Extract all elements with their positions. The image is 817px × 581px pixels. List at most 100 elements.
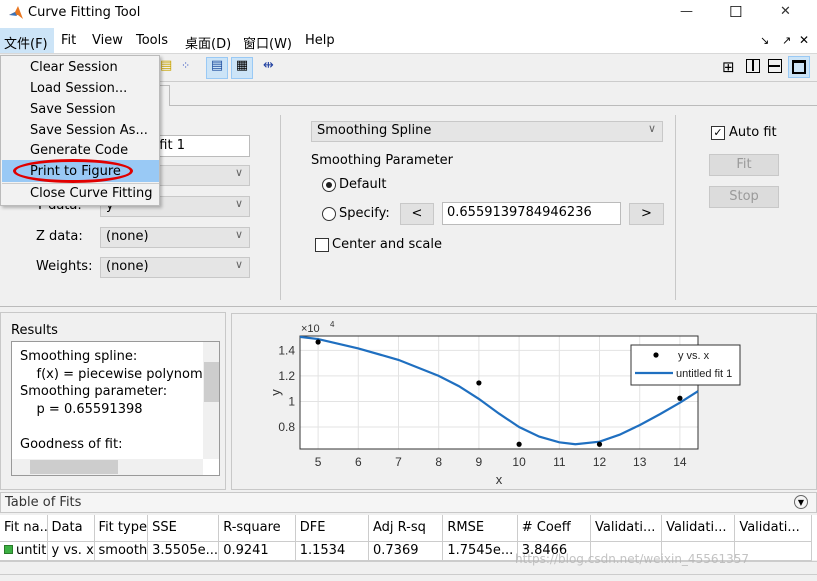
table-cell: 1.1534 <box>295 541 370 560</box>
increase-button[interactable]: > <box>629 203 664 225</box>
results-panel: Results Smoothing spline: f(x) = piecewi… <box>0 312 226 490</box>
menu-bar: 文件(F) Fit View Tools 桌面(D) 窗口(W) Help ↘ … <box>0 28 817 54</box>
results-line: f(x) = piecewise polynom <box>20 366 203 382</box>
close-doc-icon[interactable]: ✕ <box>799 33 809 47</box>
fit-type-value: Smoothing Spline <box>317 123 432 138</box>
data-point <box>476 380 482 386</box>
minimize-button[interactable]: — <box>680 4 693 19</box>
column-header[interactable]: SSE <box>147 515 220 541</box>
results-title: Results <box>11 323 58 338</box>
weights-value: (none) <box>106 259 149 274</box>
column-header[interactable]: # Coeff <box>517 515 591 541</box>
dock-icon[interactable]: ↘ <box>760 34 769 47</box>
red-annotation-ellipse <box>13 159 133 183</box>
table-title: Table of Fits <box>5 495 82 510</box>
column-header[interactable]: Validati... <box>661 515 736 541</box>
decrease-button[interactable]: < <box>400 203 434 225</box>
title-bar: Curve Fitting Tool — ☐ ✕ <box>0 0 817 28</box>
legend-marker-points <box>653 352 659 358</box>
x-tick-label: 10 <box>512 455 526 469</box>
results-line: Smoothing parameter: <box>20 384 168 399</box>
legend-label: untitled fit 1 <box>676 368 732 380</box>
maximize-button[interactable]: ☐ <box>729 3 742 21</box>
y-tick-label: 1.4 <box>278 343 295 357</box>
column-header[interactable]: DFE <box>295 515 370 541</box>
results-line: p = 0.65591398 <box>20 401 143 417</box>
x-tick-label: 7 <box>395 455 402 469</box>
cell-text: 3.5505e... <box>152 543 218 558</box>
plot-panel: 5 6 7 8 9 10 11 12 13 14 0.8 1 1.2 1.4 ×10 4 x y y vs. x un… <box>231 313 817 490</box>
menu-tools[interactable]: Tools <box>136 33 168 48</box>
window-title: Curve Fitting Tool <box>28 5 141 20</box>
menu-help[interactable]: Help <box>305 33 335 48</box>
stop-button[interactable]: Stop <box>709 186 779 208</box>
vertical-scrollbar[interactable] <box>203 342 219 459</box>
menu-save-session[interactable]: Save Session <box>30 102 116 117</box>
menu-window[interactable]: 窗口(W) <box>243 33 292 52</box>
specify-radio[interactable] <box>322 207 336 221</box>
column-header[interactable]: RMSE <box>442 515 518 541</box>
chevron-down-icon: ∨ <box>234 228 243 241</box>
menu-separator <box>2 183 159 184</box>
layout-grid-icon[interactable]: ⊞ <box>722 58 735 76</box>
scroll-thumb[interactable] <box>30 460 118 474</box>
default-label: Default <box>339 177 387 192</box>
cell-text: 0.7369 <box>373 543 419 558</box>
column-header[interactable]: Adj R-sq <box>368 515 444 541</box>
layout-rows-icon[interactable] <box>768 59 782 73</box>
x-tick-label: 12 <box>593 455 607 469</box>
menu-file[interactable]: 文件(F) <box>0 28 54 53</box>
center-scale-checkbox[interactable] <box>315 238 329 252</box>
y-tick-label: 1.2 <box>278 369 295 383</box>
layout-single-icon[interactable] <box>788 56 810 78</box>
grid-icon[interactable]: ▦ <box>231 57 253 79</box>
table-cell: 0.7369 <box>368 541 444 560</box>
column-header[interactable]: R-square <box>218 515 296 541</box>
fit-type-dropdown[interactable]: Smoothing Spline ∨ <box>311 121 663 142</box>
x-tick-label: 14 <box>673 455 687 469</box>
axes-limits-icon[interactable]: ⇹ <box>263 58 274 73</box>
menu-save-session-as[interactable]: Save Session As... <box>30 123 148 138</box>
menu-desktop[interactable]: 桌面(D) <box>185 33 231 52</box>
column-header[interactable]: Fit na... ▲ <box>0 515 48 541</box>
weights-dropdown[interactable]: (none) ∨ <box>100 257 250 278</box>
smoothing-param-input[interactable]: 0.6559139784946236 <box>442 202 621 225</box>
menu-close-curve-fitting[interactable]: Close Curve Fitting <box>30 186 152 201</box>
default-radio[interactable] <box>322 178 336 192</box>
cell-text: 0.9241 <box>223 543 269 558</box>
column-header[interactable]: Validati... <box>590 515 663 541</box>
column-header[interactable]: Validati... <box>734 515 812 541</box>
table-cell: 0.9241 <box>218 541 296 560</box>
x-tick-label: 6 <box>355 455 362 469</box>
scroll-thumb[interactable] <box>204 362 219 402</box>
z-data-dropdown[interactable]: (none) ∨ <box>100 227 250 248</box>
column-header[interactable]: Fit type <box>94 515 149 541</box>
horizontal-scrollbar[interactable] <box>12 459 203 475</box>
smoothing-parameter-heading: Smoothing Parameter <box>311 153 454 168</box>
collapse-icon[interactable]: ▼ <box>794 495 808 509</box>
results-line: Smoothing spline: <box>20 349 138 364</box>
auto-fit-checkbox[interactable]: ✓ <box>711 126 725 140</box>
table-cell: y vs. x <box>47 541 95 560</box>
layout-columns-icon[interactable] <box>746 59 760 73</box>
residuals-icon[interactable]: ⁘ <box>181 59 190 72</box>
menu-load-session[interactable]: Load Session... <box>30 81 127 96</box>
menu-view[interactable]: View <box>92 33 123 48</box>
column-header[interactable]: Data <box>47 515 95 541</box>
watermark: https://blog.csdn.net/weixin_45561357 <box>515 552 750 566</box>
menu-clear-session[interactable]: Clear Session <box>30 60 118 75</box>
x-tick-label: 9 <box>476 455 483 469</box>
fit-settings-icon[interactable]: ▤ <box>206 57 228 79</box>
results-text[interactable]: Smoothing spline: f(x) = piecewise polyn… <box>11 341 220 476</box>
legend-icon[interactable]: ▤ <box>160 58 172 73</box>
close-button[interactable]: ✕ <box>780 4 791 19</box>
chevron-down-icon: ∨ <box>234 258 243 271</box>
data-point <box>677 395 683 401</box>
divider <box>280 115 281 300</box>
fit-plot[interactable]: 5 6 7 8 9 10 11 12 13 14 0.8 1 1.2 1.4 ×10 4 x y y vs. x un… <box>232 314 816 489</box>
fit-button[interactable]: Fit <box>709 154 779 176</box>
menu-fit[interactable]: Fit <box>61 33 76 48</box>
menu-generate-code[interactable]: Generate Code <box>30 143 128 158</box>
chevron-down-icon: ∨ <box>234 197 243 210</box>
undock-icon[interactable]: ↗ <box>782 34 791 47</box>
